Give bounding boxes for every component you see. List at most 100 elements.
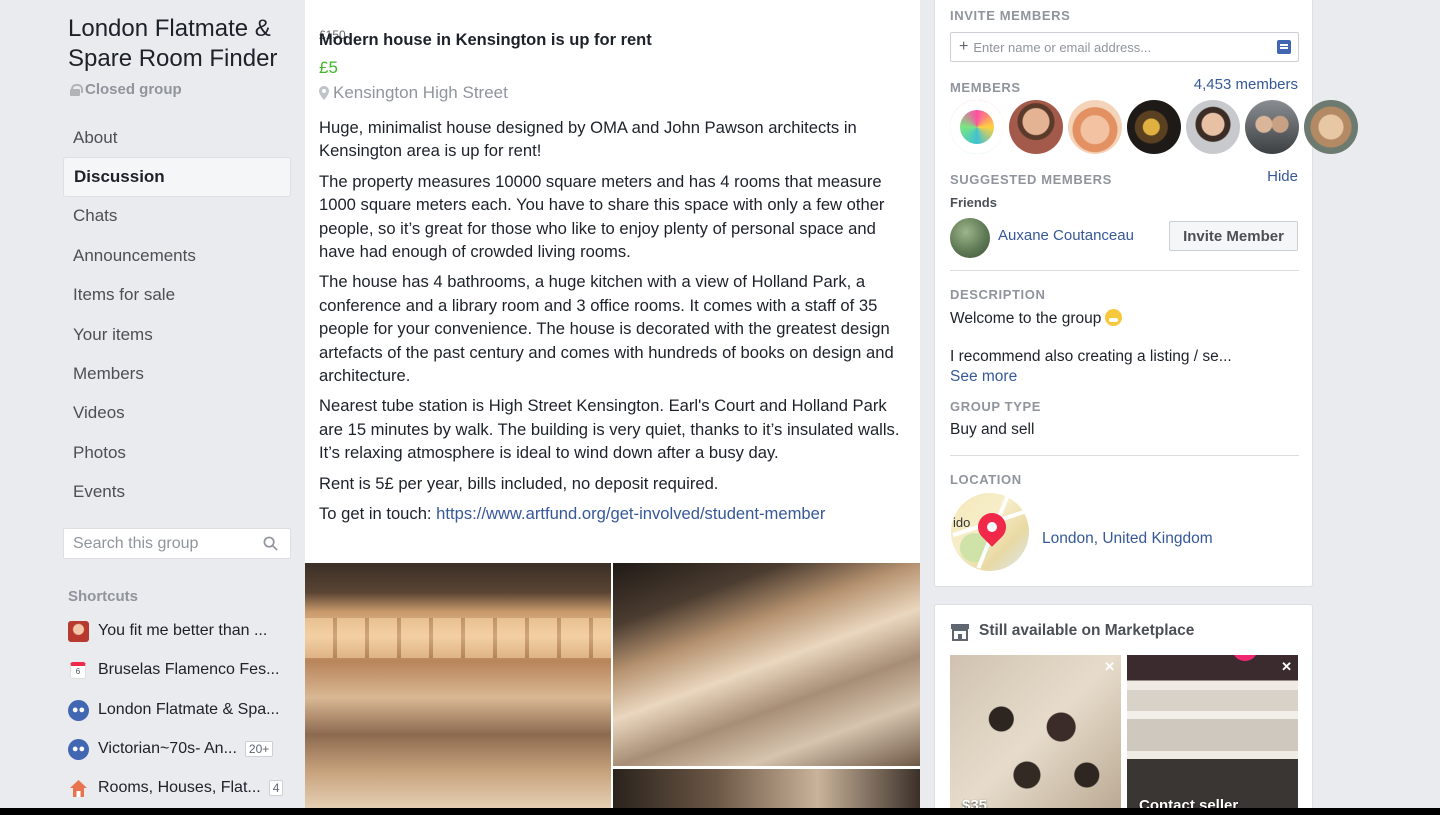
group-icon: ●●: [68, 699, 89, 721]
description-text: Welcome to the group: [950, 310, 1102, 327]
post-paragraph: Huge, minimalist house designed by OMA a…: [319, 118, 857, 161]
post-location: Kensington High Street: [319, 83, 508, 103]
avatar[interactable]: [1245, 100, 1299, 154]
nav-item-photos[interactable]: Photos: [63, 433, 291, 472]
nav-item-chats[interactable]: Chats: [63, 197, 291, 236]
description-line: I recommend also creating a listing / se…: [950, 348, 1232, 365]
avatar-icon: [68, 620, 89, 642]
members-count-link[interactable]: 4,453 members: [1194, 76, 1298, 93]
nav-item-items-for-sale[interactable]: Items for sale: [63, 276, 291, 315]
avatar[interactable]: [950, 218, 990, 258]
description-heading: DESCRIPTION: [950, 287, 1046, 302]
group-type-value: Buy and sell: [950, 421, 1035, 438]
post-paragraph: Rent is 5£ per year, bills included, no …: [319, 473, 719, 493]
marketplace-post: £150 Modern house in Kensington is up fo…: [305, 0, 920, 808]
marketplace-item-price: $35: [962, 797, 988, 808]
search-placeholder: Search this group: [73, 534, 199, 552]
divider: [950, 455, 1299, 456]
close-icon[interactable]: ✕: [1104, 659, 1115, 675]
divider: [950, 270, 1299, 271]
nav-item-about[interactable]: About: [63, 118, 291, 157]
screen-bottom-edge: [0, 808, 1440, 815]
members-heading: MEMBERS: [950, 80, 1021, 95]
post-title[interactable]: Modern house in Kensington is up for ren…: [319, 31, 652, 50]
invite-input[interactable]: + Enter name or email address...: [950, 32, 1299, 62]
marketplace-card: Still available on Marketplace ✕ $35 ✕ C…: [934, 604, 1313, 808]
store-icon: [951, 624, 969, 641]
friends-label: Friends: [950, 195, 997, 210]
shortcut-label: London Flatmate & Spa...: [98, 701, 280, 718]
count-badge: 20+: [244, 741, 274, 757]
shortcut-label: Rooms, Houses, Flat...: [98, 779, 261, 796]
description-line: Welcome to the group: [950, 309, 1123, 328]
plus-icon: +: [959, 38, 969, 55]
shortcut-label: Victorian~70s- An...: [98, 740, 237, 757]
group-search-input[interactable]: Search this group: [63, 528, 291, 559]
nav-item-events[interactable]: Events: [63, 473, 291, 512]
invite-heading: INVITE MEMBERS: [950, 8, 1071, 23]
invite-member-button[interactable]: Invite Member: [1169, 221, 1298, 251]
group-info-card: INVITE MEMBERS + Enter name or email add…: [934, 0, 1358, 587]
count-badge: 4: [268, 780, 284, 796]
avatar[interactable]: [1186, 100, 1240, 154]
search-icon[interactable]: [263, 536, 278, 551]
avatar[interactable]: [1127, 100, 1181, 154]
nav-item-your-items[interactable]: Your items: [63, 315, 291, 354]
group-nav: About Discussion Chats Announcements Ite…: [63, 118, 291, 512]
avatar[interactable]: [1009, 100, 1063, 154]
shortcut-item[interactable]: 6 Bruselas Flamenco Fes...: [68, 658, 293, 682]
see-more-link[interactable]: See more: [950, 368, 1017, 386]
grinning-emoji-icon: [1105, 309, 1123, 326]
avatar[interactable]: [1068, 100, 1122, 154]
shortcut-item[interactable]: ●● London Flatmate & Spa...: [68, 698, 293, 722]
post-photos: [305, 563, 920, 808]
address-book-icon[interactable]: [1277, 40, 1291, 54]
avatar[interactable]: [1304, 100, 1358, 154]
left-sidebar: London Flatmate & Spare Room Finder Clos…: [0, 0, 305, 808]
group-title[interactable]: London Flatmate & Spare Room Finder: [68, 14, 298, 74]
shortcut-label: You fit me better than ...: [98, 622, 268, 639]
group-icon: ●●: [68, 738, 89, 760]
shortcut-item[interactable]: You fit me better than ...: [68, 619, 293, 643]
group-type-heading: GROUP TYPE: [950, 399, 1042, 414]
map-label: ido: [953, 515, 971, 530]
marketplace-title: Still available on Marketplace: [979, 622, 1195, 639]
calendar-icon: 6: [70, 661, 86, 679]
group-privacy-label: Closed group: [85, 81, 182, 98]
shortcut-label: Bruselas Flamenco Fes...: [98, 661, 280, 678]
shortcuts-heading: Shortcuts: [68, 588, 139, 605]
group-privacy: Closed group: [70, 81, 182, 98]
post-photo[interactable]: [305, 563, 611, 808]
nav-item-announcements[interactable]: Announcements: [63, 236, 291, 275]
nav-item-members[interactable]: Members: [63, 354, 291, 393]
post-photo[interactable]: [613, 563, 920, 766]
hide-suggested-link[interactable]: Hide: [1267, 168, 1298, 185]
shortcut-item[interactable]: Rooms, Houses, Flat... 4: [68, 776, 293, 800]
shortcut-item[interactable]: ●● Victorian~70s- An... 20+: [68, 737, 293, 761]
contact-prefix: To get in touch:: [319, 504, 437, 524]
location-link[interactable]: London, United Kingdom: [1042, 530, 1213, 548]
post-price: £5: [319, 58, 338, 77]
contact-seller-label[interactable]: Contact seller: [1139, 797, 1238, 808]
post-location-label: Kensington High Street: [333, 83, 508, 102]
nav-item-discussion[interactable]: Discussion: [63, 157, 291, 197]
lock-icon: [70, 83, 83, 96]
post-paragraph: The house has 4 bathrooms, a huge kitche…: [319, 272, 894, 386]
marketplace-item[interactable]: ✕ Contact seller: [1127, 655, 1298, 808]
post-photo[interactable]: [613, 769, 920, 808]
location-pin-icon: [319, 86, 329, 100]
avatar[interactable]: [950, 100, 1004, 154]
post-paragraph: The property measures 10000 square meter…: [319, 171, 885, 262]
nav-item-videos[interactable]: Videos: [63, 394, 291, 433]
post-paragraph: Nearest tube station is High Street Kens…: [319, 396, 900, 463]
marketplace-item[interactable]: ✕ $35: [950, 655, 1121, 808]
contact-link[interactable]: https://www.artfund.org/get-involved/stu…: [436, 504, 825, 523]
invite-placeholder: Enter name or email address...: [973, 39, 1152, 55]
post-body: Huge, minimalist house designed by OMA a…: [319, 116, 914, 533]
close-icon[interactable]: ✕: [1281, 659, 1292, 675]
post-contact: To get in touch: https://www.artfund.org…: [319, 502, 914, 525]
location-heading: LOCATION: [950, 472, 1022, 487]
member-avatars: [950, 100, 1358, 154]
house-icon: [68, 778, 89, 799]
suggested-member-name[interactable]: Auxane Coutanceau: [998, 227, 1134, 244]
